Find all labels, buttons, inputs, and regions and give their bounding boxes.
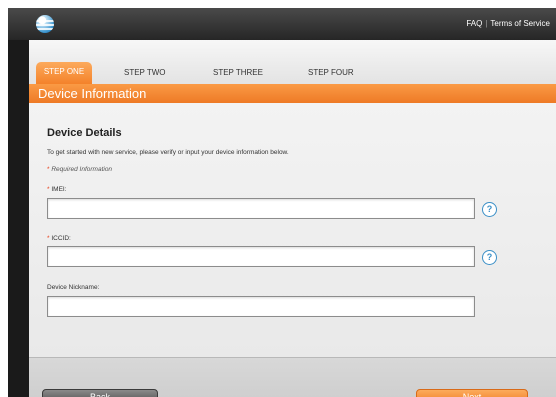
form-heading: Device Details bbox=[47, 127, 122, 139]
form-footer: Back Next bbox=[29, 357, 556, 397]
question-mark-icon[interactable]: ? bbox=[482, 202, 497, 217]
step-tabs: STEP ONE STEP TWO STEP THREE STEP FOUR bbox=[29, 40, 556, 84]
required-note-text: Required Information bbox=[51, 166, 113, 173]
next-button[interactable]: Next bbox=[416, 389, 528, 397]
footer-divider bbox=[29, 357, 556, 358]
required-asterisk: * bbox=[47, 186, 50, 193]
main-content: STEP ONE STEP TWO STEP THREE STEP FOUR D… bbox=[29, 40, 556, 397]
app-window: FAQ | Terms of Service STEP ONE STEP TWO S… bbox=[8, 8, 556, 397]
iccid-field[interactable] bbox=[47, 246, 475, 267]
att-globe-icon[interactable] bbox=[36, 15, 54, 33]
required-asterisk: * bbox=[47, 235, 50, 242]
link-separator: | bbox=[485, 19, 488, 28]
required-asterisk: * bbox=[47, 166, 50, 173]
header-links: FAQ | Terms of Service bbox=[466, 19, 550, 28]
device-details-form: Device Details To get started with new s… bbox=[29, 103, 556, 357]
required-info-note: * Required Information bbox=[47, 166, 112, 173]
iccid-label: * ICCID: bbox=[47, 235, 71, 242]
imei-label: * IMEI: bbox=[47, 186, 67, 193]
question-mark-icon[interactable]: ? bbox=[482, 250, 497, 265]
section-title: Device Information bbox=[29, 84, 556, 103]
tab-step-four[interactable]: STEP FOUR bbox=[308, 68, 354, 77]
tab-step-one[interactable]: STEP ONE bbox=[36, 62, 92, 84]
form-intro-text: To get started with new service, please … bbox=[47, 149, 289, 156]
tab-step-three[interactable]: STEP THREE bbox=[213, 68, 263, 77]
imei-label-text: IMEI: bbox=[51, 186, 67, 193]
device-nickname-field[interactable] bbox=[47, 296, 475, 317]
back-button[interactable]: Back bbox=[42, 389, 158, 397]
terms-of-service-link[interactable]: Terms of Service bbox=[490, 19, 550, 28]
iccid-label-text: ICCID: bbox=[51, 235, 71, 242]
device-nickname-label: Device Nickname: bbox=[47, 284, 100, 291]
header-bar: FAQ | Terms of Service bbox=[8, 8, 556, 40]
faq-link[interactable]: FAQ bbox=[466, 19, 482, 28]
tab-step-two[interactable]: STEP TWO bbox=[124, 68, 166, 77]
imei-field[interactable] bbox=[47, 198, 475, 219]
